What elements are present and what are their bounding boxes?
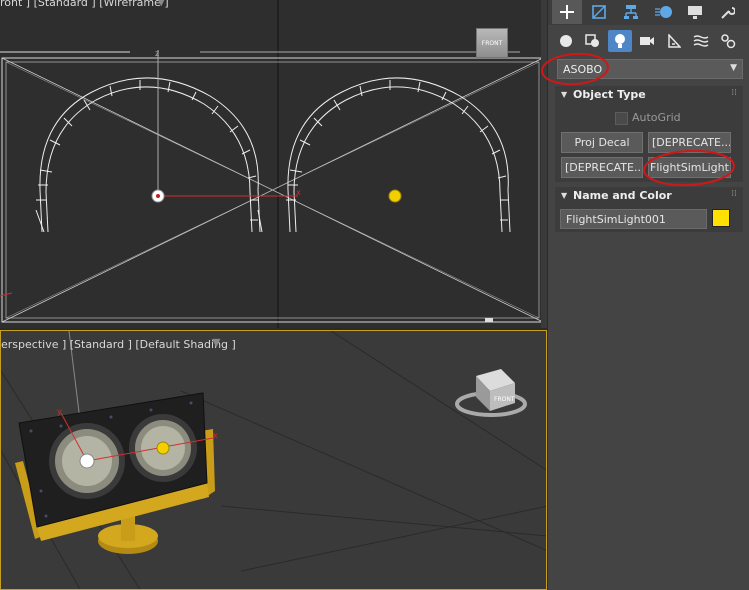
deprecated-button-2[interactable]: [DEPRECATE... (561, 157, 643, 178)
hierarchy-icon (624, 5, 638, 19)
name-and-color-title: Name and Color (573, 189, 672, 202)
viewport-label-front[interactable]: ront ] [Standard ] [Wireframe ] (0, 0, 169, 9)
proj-decal-button[interactable]: Proj Decal (561, 132, 643, 153)
modify-tab[interactable] (584, 0, 614, 24)
systems-button[interactable] (716, 30, 740, 52)
helpers-icon (668, 34, 681, 48)
grip-icon: ⁞⁞ (731, 88, 737, 98)
svg-text:z: z (155, 49, 159, 58)
modify-icon (592, 5, 606, 19)
svg-text:x: x (296, 188, 301, 197)
object-category-bar (548, 26, 749, 56)
command-panel: ASOBO ▼ ▼ Object Type ⁞⁞ AutoGrid Proj D… (548, 0, 749, 590)
cameras-icon (640, 37, 654, 45)
lights-icon (615, 34, 625, 48)
utilities-tab[interactable] (712, 0, 742, 24)
category-dropdown-value: ASOBO (563, 63, 603, 76)
shapes-icon (585, 34, 599, 47)
viewport-scroll-strip (541, 0, 547, 328)
cameras-button[interactable] (635, 30, 659, 52)
chevron-down-icon: ▼ (730, 63, 737, 73)
motion-icon (655, 6, 672, 18)
viewport-perspective[interactable]: y x FRONT erspective ] [Standard ] [Defa… (0, 330, 547, 590)
object-type-header[interactable]: ▼ Object Type ⁞⁞ (555, 86, 743, 104)
grip-icon: ⁞⁞ (731, 189, 737, 199)
display-icon (688, 6, 702, 19)
systems-icon (721, 34, 736, 49)
hierarchy-tab[interactable] (616, 0, 646, 24)
geometry-button[interactable] (554, 30, 578, 52)
light-helper-selected (79, 453, 95, 469)
object-type-title: Object Type (573, 88, 646, 101)
viewport-front[interactable]: z x ront ] [Standard ] [Wireframe ] ▼ FR… (0, 0, 547, 328)
object-name-field[interactable]: FlightSimLight001 (560, 209, 707, 229)
perspective-scene: y x FRONT (1, 331, 546, 589)
svg-text:y: y (57, 407, 62, 416)
viewport-label-perspective[interactable]: erspective ] [Standard ] [Default Shadin… (1, 338, 236, 351)
spacewarps-button[interactable] (689, 30, 713, 52)
object-type-rollout: ▼ Object Type ⁞⁞ AutoGrid Proj Decal [DE… (555, 86, 743, 182)
filter-icon[interactable]: ▼ (212, 336, 220, 349)
lights-button[interactable] (608, 30, 632, 52)
object-color-swatch[interactable] (712, 209, 730, 227)
light-helper-yellow (156, 441, 170, 455)
create-tab[interactable] (552, 0, 582, 24)
name-and-color-rollout: ▼ Name and Color ⁞⁞ FlightSimLight001 (555, 187, 743, 232)
svg-text:x: x (213, 431, 218, 440)
autogrid-label: AutoGrid (632, 111, 681, 124)
deprecated-button-1[interactable]: [DEPRECATE... (648, 132, 731, 153)
name-and-color-header[interactable]: ▼ Name and Color ⁞⁞ (555, 187, 743, 205)
flightsimlight-button[interactable]: FlightSimLight (648, 157, 731, 178)
svg-text:FRONT: FRONT (494, 396, 515, 403)
autogrid-checkbox[interactable] (615, 112, 628, 125)
collapse-arrow-icon: ▼ (561, 90, 568, 99)
command-panel-tabs (548, 0, 749, 25)
create-icon (560, 5, 574, 19)
front-wireframe-scene: z x (0, 0, 544, 328)
light-helper-yellow (388, 189, 402, 203)
category-dropdown[interactable]: ASOBO ▼ (557, 59, 743, 79)
filter-icon[interactable]: ▼ (157, 0, 165, 8)
motion-tab[interactable] (648, 0, 678, 24)
display-tab[interactable] (680, 0, 710, 24)
helpers-button[interactable] (662, 30, 686, 52)
shapes-button[interactable] (581, 30, 605, 52)
collapse-arrow-icon: ▼ (561, 191, 568, 200)
viewcube-front[interactable]: FRONT (476, 28, 508, 58)
spacewarps-icon (693, 35, 709, 47)
utilities-icon (721, 7, 735, 19)
geometry-icon (560, 35, 572, 47)
